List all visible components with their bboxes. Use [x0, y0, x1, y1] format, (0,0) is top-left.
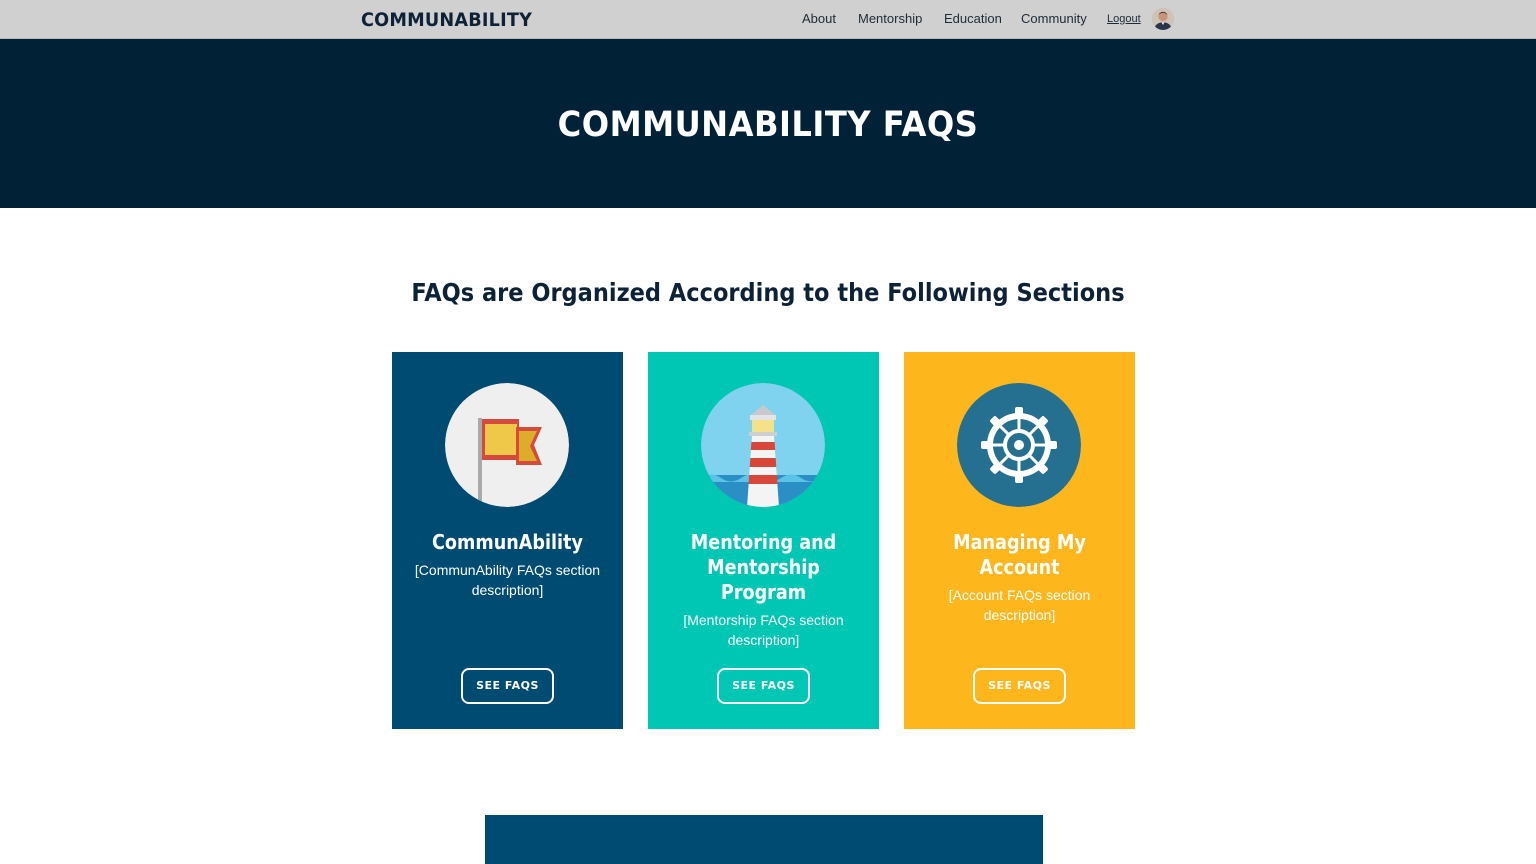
- nav-link-mentorship[interactable]: Mentorship: [858, 11, 922, 26]
- faq-card-communability: CommunAbility [CommunAbility FAQs sectio…: [392, 352, 623, 729]
- card-title: Mentoring and Mentorship Program: [690, 530, 837, 604]
- hero-banner: COMMUNABILITY FAQS: [0, 39, 1536, 208]
- faq-card-mentorship: Mentoring and Mentorship Program [Mentor…: [648, 352, 879, 729]
- user-avatar[interactable]: [1152, 8, 1174, 30]
- nav-link-community[interactable]: Community: [1021, 11, 1087, 26]
- see-faqs-button-mentorship[interactable]: SEE FAQS: [717, 668, 810, 704]
- nav-link-about[interactable]: About: [802, 11, 836, 26]
- lighthouse-icon: [701, 383, 825, 507]
- bottom-content-panel: [485, 815, 1043, 864]
- site-logo[interactable]: COMMUNABILITY: [361, 9, 532, 31]
- nav-link-education[interactable]: Education: [944, 11, 1002, 26]
- flag-icon: [445, 383, 569, 507]
- card-description: [Mentorship FAQs section description]: [683, 612, 844, 648]
- see-faqs-button-communability[interactable]: SEE FAQS: [461, 668, 554, 704]
- card-title: Managing My Account: [953, 530, 1086, 579]
- card-description: [CommunAbility FAQs section description]: [414, 562, 601, 598]
- see-faqs-button-account[interactable]: SEE FAQS: [973, 668, 1066, 704]
- logout-link[interactable]: Logout: [1107, 13, 1141, 25]
- page-title: COMMUNABILITY FAQS: [557, 105, 979, 145]
- top-navigation-bar: COMMUNABILITY About Mentorship Education…: [0, 0, 1536, 39]
- faq-card-account: Managing My Account [Account FAQs sectio…: [904, 352, 1135, 729]
- user-avatar-icon: [1152, 8, 1174, 30]
- card-title: CommunAbility: [432, 530, 583, 554]
- sections-heading: FAQs are Organized According to the Foll…: [411, 278, 1125, 307]
- gear-icon: [957, 383, 1081, 507]
- card-description: [Account FAQs section description]: [948, 587, 1091, 623]
